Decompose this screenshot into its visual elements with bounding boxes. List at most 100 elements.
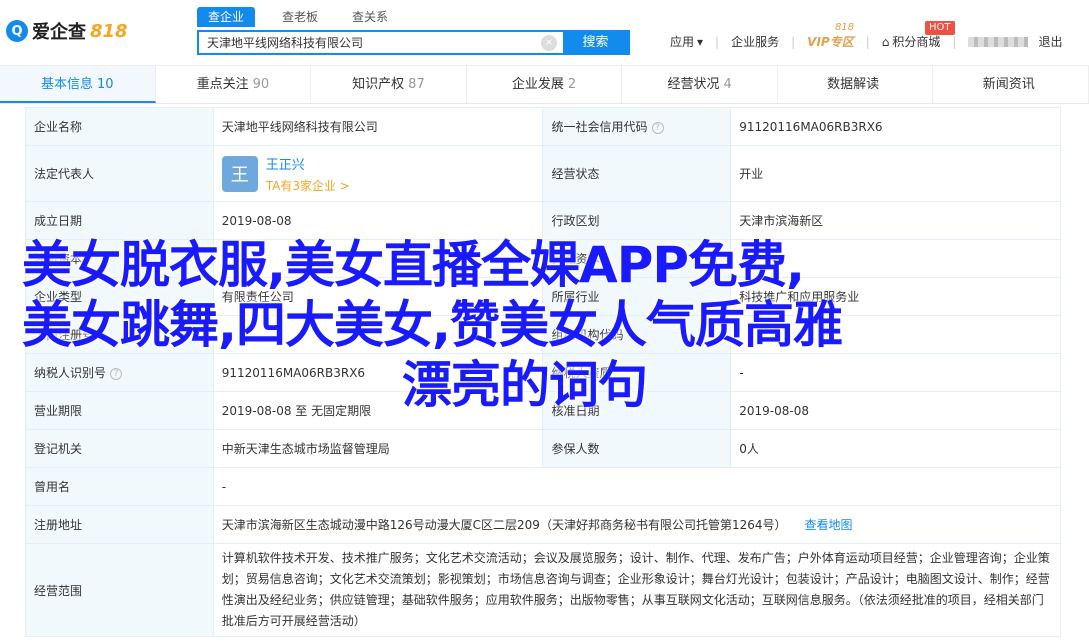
capital-value (212, 239, 544, 278)
approved-label: 核准日期 (542, 391, 732, 430)
table-row: 工商注册号 组织机构代码 (25, 315, 1061, 354)
nav-points-label: 积分商城 (892, 35, 941, 49)
taxpayer-qual-label: 纳税人资质 (542, 353, 732, 392)
chevron-down-icon: ▾ (697, 34, 704, 49)
help-icon[interactable]: ? (651, 121, 664, 134)
tab-data[interactable]: 数据解读 (778, 66, 934, 103)
logo[interactable]: Q 爱企查 818 (6, 18, 128, 44)
divider: | (952, 34, 957, 49)
search-input[interactable] (199, 32, 541, 53)
tab-label: 企业发展 (511, 77, 564, 92)
tab-count: 90 (252, 77, 270, 92)
founded-label: 成立日期 (25, 201, 214, 240)
org-code-label: 组织机构代码 (542, 315, 732, 354)
region-value: 天津市滨海新区 (730, 201, 1061, 240)
table-row: 企业类型 有限责任公司 所属行业 科技推广和应用服务业 (25, 277, 1061, 316)
user-name-masked[interactable] (968, 36, 1029, 47)
term-label: 营业期限 (25, 391, 214, 430)
tab-operation[interactable]: 经营状况 4 (622, 66, 778, 103)
tab-count: 4 (723, 77, 732, 92)
scope-value: 计算机软件技术开发、技术推广服务；文化艺术交流活动；会议及展览服务；设计、制作、… (212, 543, 1062, 637)
table-row: 注册资本 实缴资本 (25, 239, 1061, 278)
top-bar: Q 爱企查 818 查企业 查老板 查关系 × 搜索 818 HOT 应用▾ |… (0, 0, 1089, 66)
authority-label: 登记机关 (25, 429, 214, 468)
nav-app[interactable]: 应用 ▾ (670, 33, 703, 50)
tab-label: 重点关注 (196, 77, 249, 92)
legal-rep-companies-link[interactable]: TA有3家企业 > (266, 177, 350, 194)
gift-icon: ⌂ (881, 34, 890, 49)
divider: | (865, 34, 870, 49)
approved-value: 2019-08-08 (730, 391, 1061, 430)
tab-label: 新闻资讯 (982, 77, 1035, 92)
search-tab-relation[interactable]: 查关系 (335, 7, 405, 27)
nav-vip[interactable]: VIP专区 (807, 33, 854, 50)
table-row: 经营范围 计算机软件技术开发、技术推广服务；文化艺术交流活动；会议及展览服务；设… (25, 543, 1062, 637)
avatar[interactable]: 王 (221, 155, 258, 192)
search-type-tabs: 查企业 查老板 查关系 (197, 7, 405, 27)
tab-development[interactable]: 企业发展 2 (467, 66, 623, 103)
company-name-label: 企业名称 (25, 107, 214, 146)
credit-code-label: 统一社会信用代码? (542, 107, 732, 146)
tab-basic-info[interactable]: 基本信息 10 (0, 66, 156, 103)
top-nav: 应用 ▾ | 企业服务 | VIP专区 | ⌂ 积分商城 | 退出 (670, 33, 1074, 50)
industry-label: 所属行业 (542, 277, 732, 316)
tab-count: 87 (408, 77, 425, 92)
address-value: 天津市滨海新区生态城动漫中路126号动漫大厦C区二层209（天津好邦商务秘书有限… (221, 518, 787, 532)
term-value: 2019-08-08 至 无固定期限 (212, 391, 544, 430)
credit-code: 91120116MA06RB3RX6 (730, 107, 1061, 146)
tab-label: 知识产权 (352, 77, 405, 92)
tab-label: 基本信息 (41, 77, 94, 92)
taxpayer-qual-value: - (730, 353, 1061, 392)
tab-key-focus[interactable]: 重点关注 90 (156, 66, 312, 103)
scope-label: 经营范围 (25, 543, 214, 637)
reg-no-value (212, 315, 544, 354)
table-row: 注册地址 天津市滨海新区生态城动漫中路126号动漫大厦C区二层209（天津好邦商… (25, 505, 1062, 544)
logo-text: 爱企查 (32, 22, 86, 43)
tab-label: 数据解读 (827, 77, 880, 92)
search-tab-boss[interactable]: 查老板 (265, 7, 335, 27)
search-tab-company[interactable]: 查企业 (197, 7, 255, 27)
logo-number: 818 (90, 20, 128, 42)
tab-count: 10 (97, 77, 114, 92)
map-link[interactable]: 查看地图 (804, 518, 852, 532)
address-label: 注册地址 (25, 505, 214, 544)
former-value: - (212, 467, 1062, 506)
authority-value: 中新天津生态城市场监督管理局 (212, 429, 544, 468)
table-row: 登记机关 中新天津生态城市场监督管理局 参保人数 0人 (25, 429, 1061, 468)
taxpayer-value: 91120116MA06RB3RX6 (212, 353, 544, 392)
type-value: 有限责任公司 (212, 277, 544, 316)
insured-value: 0人 (730, 429, 1061, 468)
industry-value: 科技推广和应用服务业 (730, 277, 1061, 316)
nav-service[interactable]: 企业服务 (731, 33, 779, 50)
founded-value: 2019-08-08 (212, 201, 544, 240)
table-row: 企业名称 天津地平线网络科技有限公司 统一社会信用代码? 91120116MA0… (25, 107, 1061, 146)
nav-app-label: 应用 (670, 35, 695, 49)
nav-points[interactable]: ⌂ 积分商城 (882, 33, 941, 50)
nav-logout[interactable]: 退出 (1038, 33, 1062, 50)
search-box: × 搜索 (197, 30, 630, 55)
org-code-value (730, 315, 1061, 354)
help-icon[interactable]: ? (110, 367, 123, 380)
clear-icon[interactable]: × (541, 35, 557, 51)
legal-rep-name[interactable]: 王正兴 (266, 154, 350, 173)
taxpayer-label: 纳税人识别号? (25, 353, 214, 392)
company-name: 天津地平线网络科技有限公司 (212, 107, 544, 146)
table-row: 纳税人识别号? 91120116MA06RB3RX6 纳税人资质 - (25, 353, 1061, 392)
legal-rep-label: 法定代表人 (25, 145, 214, 202)
address-cell: 天津市滨海新区生态城动漫中路126号动漫大厦C区二层209（天津好邦商务秘书有限… (212, 505, 1062, 544)
paidin-value (730, 239, 1061, 278)
capital-label: 注册资本 (25, 239, 214, 278)
tab-news[interactable]: 新闻资讯 (933, 66, 1089, 103)
tab-ip[interactable]: 知识产权 87 (311, 66, 467, 103)
tab-label: 经营状况 (667, 77, 720, 92)
type-label: 企业类型 (25, 277, 214, 316)
status-label: 经营状态 (542, 145, 732, 202)
detail-tabs: 基本信息 10 重点关注 90 知识产权 87 企业发展 2 经营状况 4 数据解读 新闻… (0, 66, 1089, 104)
logo-mark: Q (6, 20, 28, 42)
credit-code-label-text: 统一社会信用代码 (551, 120, 648, 134)
table-row: 成立日期 2019-08-08 行政区划 天津市滨海新区 (25, 201, 1061, 240)
former-label: 曾用名 (25, 467, 214, 506)
vip-badge: 818 (835, 22, 855, 33)
table-row: 法定代表人 王 王正兴 TA有3家企业 > 经营状态 开业 (25, 145, 1061, 202)
search-button[interactable]: 搜索 (563, 32, 628, 53)
